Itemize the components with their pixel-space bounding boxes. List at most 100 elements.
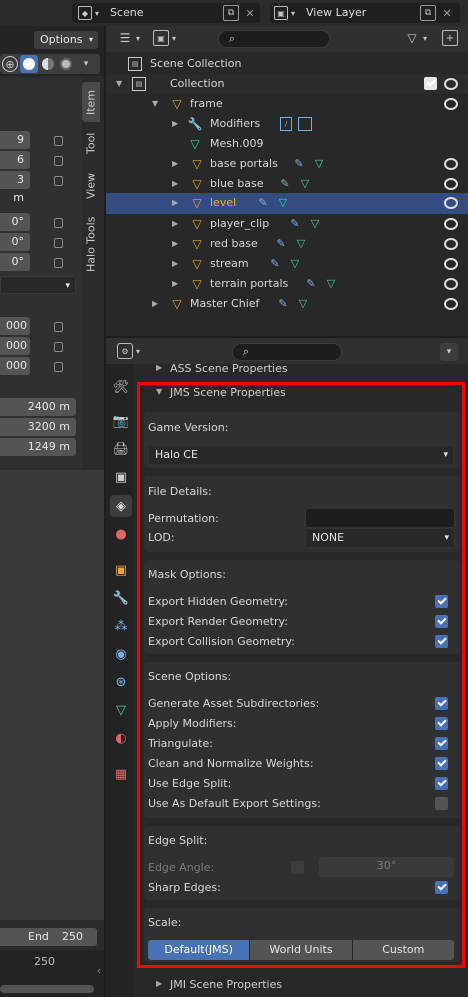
outliner-row-modifiers[interactable]: ▶ 🔧 Modifiers / bbox=[106, 114, 468, 134]
tool-icon[interactable]: 🛠 bbox=[110, 376, 132, 398]
export-render-geometry-checkbox[interactable] bbox=[435, 615, 448, 628]
location-z-field[interactable]: 3 m bbox=[0, 171, 30, 204]
tab-item[interactable]: Item bbox=[82, 82, 100, 122]
tab-tool[interactable]: Tool bbox=[82, 126, 100, 160]
dimension-z-field[interactable]: 1249 m bbox=[0, 438, 76, 456]
expand-arrow-icon[interactable]: ▼ bbox=[116, 74, 122, 94]
expand-arrow-icon[interactable]: ▶ bbox=[172, 234, 178, 254]
material-icon[interactable]: ◐ bbox=[110, 727, 132, 749]
expand-arrow-icon[interactable]: ▶ bbox=[172, 154, 178, 174]
rotation-z-field[interactable]: 0° bbox=[0, 253, 30, 271]
expand-arrow-icon[interactable]: ▶ bbox=[172, 174, 178, 194]
use-edge-split-checkbox[interactable] bbox=[435, 777, 448, 790]
editor-type-icon[interactable]: ⚙ bbox=[117, 343, 133, 359]
outliner-row-collection[interactable]: ▼ ▤ Collection bbox=[106, 74, 468, 94]
eye-icon[interactable] bbox=[444, 197, 458, 209]
view-layer-selector[interactable]: ▣ ▾ View Layer ⧉ ✕ bbox=[270, 3, 460, 23]
solid-shading-icon[interactable] bbox=[20, 55, 38, 73]
eye-icon[interactable] bbox=[444, 238, 458, 250]
render-shading-icon[interactable] bbox=[58, 56, 74, 72]
constraints-icon[interactable]: ⊛ bbox=[110, 671, 132, 693]
wireframe-shading-icon[interactable]: ⊕ bbox=[2, 56, 18, 72]
rotation-mode-dropdown[interactable]: ▾ bbox=[0, 276, 76, 294]
lock-icon[interactable] bbox=[54, 322, 63, 332]
lock-icon[interactable] bbox=[54, 258, 63, 268]
clean-normalize-weights-checkbox[interactable] bbox=[435, 757, 448, 770]
jms-panel-header[interactable]: ▼ JMS Scene Properties bbox=[144, 384, 460, 402]
expand-arrow-icon[interactable]: ▶ bbox=[172, 114, 178, 134]
outliner-row-level[interactable]: ▶ ▽ level ✎ ▽ bbox=[106, 193, 468, 214]
outliner-row-base-portals[interactable]: ▶ ▽ base portals ✎ ▽ bbox=[106, 154, 468, 174]
physics-icon[interactable]: ◉ bbox=[110, 643, 132, 665]
eye-icon[interactable] bbox=[444, 178, 458, 190]
lock-icon[interactable] bbox=[54, 362, 63, 372]
expand-arrow-icon[interactable]: ▶ bbox=[172, 274, 178, 294]
triangulate-checkbox[interactable] bbox=[435, 737, 448, 750]
scale-option-world-units[interactable]: World Units bbox=[250, 940, 353, 960]
end-frame-field[interactable]: End 250 bbox=[0, 928, 97, 946]
filter-funnel-icon[interactable]: ▽ bbox=[404, 30, 420, 46]
jmi-panel-header[interactable]: ▶ JMI Scene Properties bbox=[144, 976, 460, 994]
viewport-3d[interactable] bbox=[0, 470, 104, 920]
chevron-down-icon[interactable]: ▾ bbox=[80, 56, 92, 72]
render-icon[interactable]: 📷 bbox=[110, 410, 132, 432]
modifier-wrench-icon[interactable]: 🔧 bbox=[110, 587, 132, 609]
eye-icon[interactable] bbox=[444, 98, 458, 110]
copy-scene-icon[interactable]: ⧉ bbox=[223, 5, 239, 21]
scale-y-field[interactable]: 000 bbox=[0, 337, 30, 355]
close-icon[interactable]: ✕ bbox=[440, 5, 454, 21]
scale-x-field[interactable]: 000 bbox=[0, 317, 30, 335]
particles-icon[interactable]: ⁂ bbox=[110, 615, 132, 637]
lock-icon[interactable] bbox=[54, 342, 63, 352]
export-hidden-geometry-checkbox[interactable] bbox=[435, 595, 448, 608]
scene-name[interactable]: Scene bbox=[110, 6, 144, 19]
outliner-row-frame[interactable]: ▼ ▽ frame bbox=[106, 94, 468, 114]
object-icon[interactable]: ▣ bbox=[110, 559, 132, 581]
chevron-down-icon[interactable]: ▾ bbox=[440, 343, 458, 361]
eye-icon[interactable] bbox=[444, 258, 458, 270]
chevron-left-icon[interactable]: ‹ bbox=[94, 962, 104, 978]
lock-icon[interactable] bbox=[54, 156, 63, 166]
edge-angle-checkbox[interactable] bbox=[291, 861, 304, 874]
properties-search-input[interactable]: ⌕ bbox=[232, 343, 342, 361]
outliner-row-red-base[interactable]: ▶ ▽ red base ✎ ▽ bbox=[106, 234, 468, 254]
sharp-edges-checkbox[interactable] bbox=[435, 881, 448, 894]
new-collection-icon[interactable]: + bbox=[442, 30, 458, 46]
lock-icon[interactable] bbox=[54, 176, 63, 186]
scene-icon[interactable]: ◈ bbox=[110, 495, 132, 517]
outliner-row-master-chief[interactable]: ▶ ▽ Master Chief ✎ ▽ bbox=[106, 294, 468, 314]
collection-exclude-checkbox[interactable] bbox=[424, 77, 437, 90]
game-version-dropdown[interactable]: Halo CE ▾ bbox=[148, 445, 454, 465]
outliner-row-stream[interactable]: ▶ ▽ stream ✎ ▽ bbox=[106, 254, 468, 274]
dimension-x-field[interactable]: 2400 m bbox=[0, 398, 76, 416]
tab-view[interactable]: View bbox=[82, 166, 100, 206]
expand-arrow-icon[interactable]: ▶ bbox=[152, 294, 158, 314]
expand-arrow-icon[interactable]: ▼ bbox=[152, 94, 158, 114]
lod-dropdown[interactable]: NONE ▾ bbox=[305, 528, 455, 548]
timeline-scrollbar[interactable] bbox=[0, 985, 94, 993]
use-as-default-export-checkbox[interactable] bbox=[435, 797, 448, 810]
dimension-y-field[interactable]: 3200 m bbox=[0, 418, 76, 436]
outliner-row-terrain-portals[interactable]: ▶ ▽ terrain portals ✎ ▽ bbox=[106, 274, 468, 294]
output-icon[interactable]: 🖨 bbox=[110, 438, 132, 460]
options-dropdown[interactable]: Options ▾ bbox=[34, 31, 98, 49]
outliner-row-player-clip[interactable]: ▶ ▽ player_clip ✎ ▽ bbox=[106, 214, 468, 234]
lock-icon[interactable] bbox=[54, 238, 63, 248]
display-mode-icon[interactable]: ☰ bbox=[117, 30, 133, 46]
eye-icon[interactable] bbox=[444, 218, 458, 230]
expand-arrow-icon[interactable]: ▶ bbox=[172, 254, 178, 274]
outliner-row-blue-base[interactable]: ▶ ▽ blue base ✎ ▽ bbox=[106, 174, 468, 194]
location-y-field[interactable]: 6 m bbox=[0, 151, 30, 184]
ass-panel-header[interactable]: ▶ ASS Scene Properties bbox=[150, 360, 450, 378]
lock-icon[interactable] bbox=[54, 218, 63, 228]
apply-modifiers-checkbox[interactable] bbox=[435, 717, 448, 730]
close-icon[interactable]: ✕ bbox=[243, 5, 257, 21]
outliner-row-mesh[interactable]: ▽ Mesh.009 bbox=[106, 134, 468, 154]
eye-icon[interactable] bbox=[444, 158, 458, 170]
view-layer-name[interactable]: View Layer bbox=[306, 6, 366, 19]
texture-icon[interactable]: ▦ bbox=[110, 763, 132, 785]
scale-z-field[interactable]: 000 bbox=[0, 357, 30, 375]
copy-view-layer-icon[interactable]: ⧉ bbox=[420, 5, 436, 21]
expand-arrow-icon[interactable]: ▶ bbox=[172, 214, 178, 234]
tab-halo-tools[interactable]: Halo Tools bbox=[82, 212, 100, 276]
